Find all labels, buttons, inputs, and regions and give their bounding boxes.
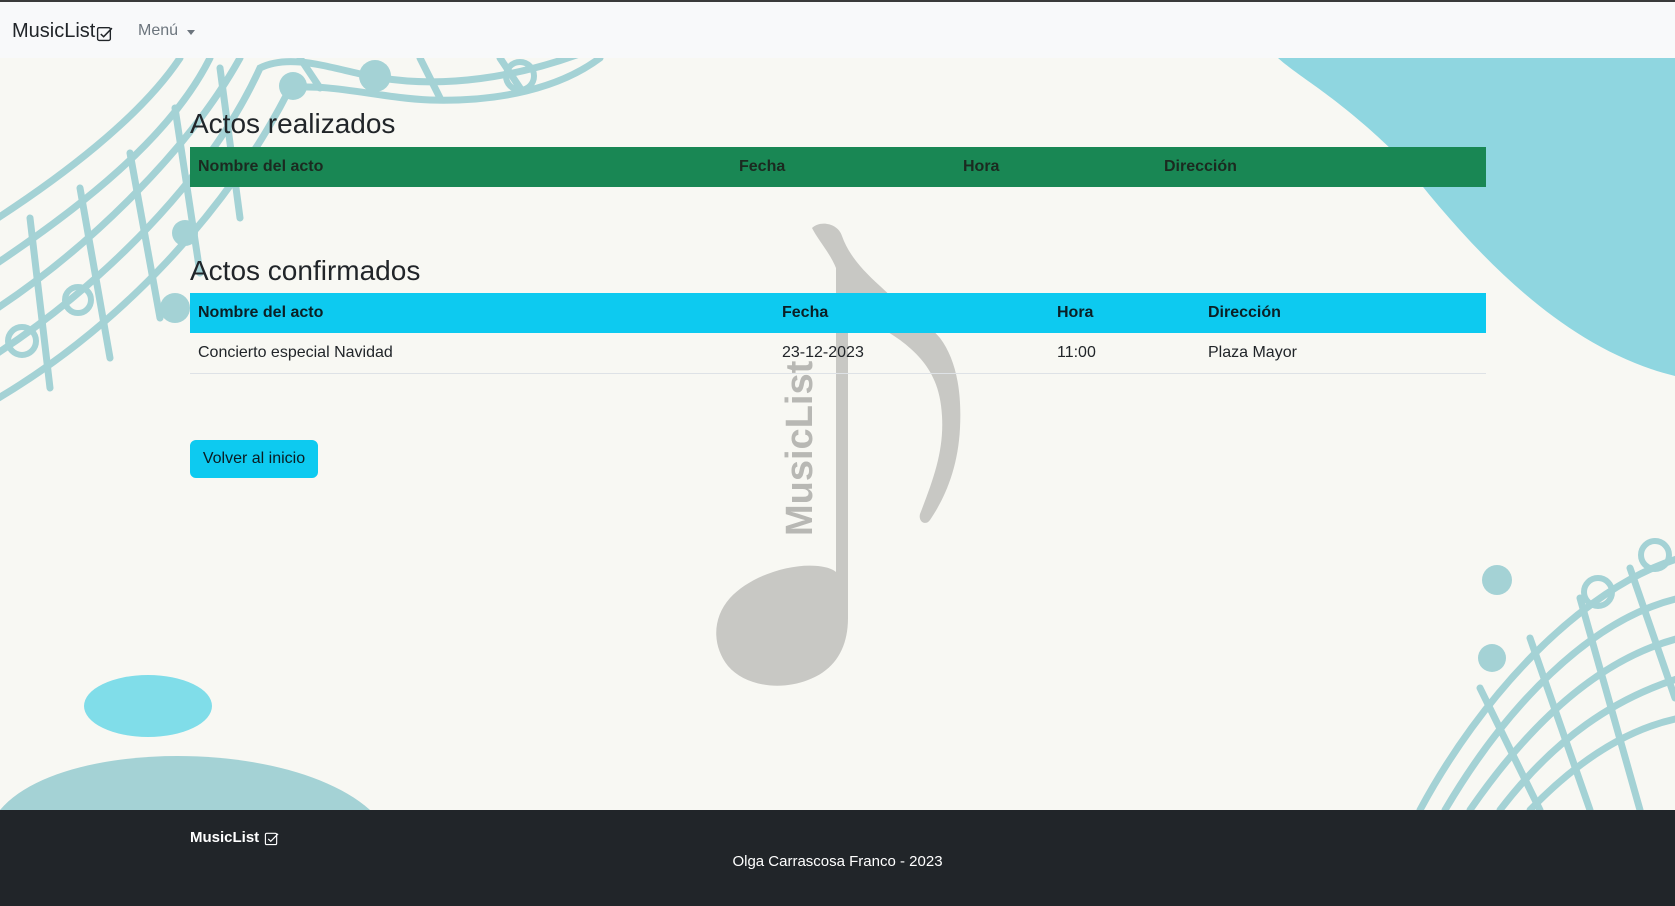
navbar-brand-label: MusicList: [12, 20, 96, 42]
navbar: MusicList Menú: [0, 2, 1675, 58]
cell-direccion: Plaza Mayor: [1200, 333, 1486, 374]
bottom-left-arc: [0, 756, 370, 810]
table-header-row: Nombre del acto Fecha Hora Dirección: [190, 147, 1486, 187]
table-row: Concierto especial Navidad 23-12-2023 11…: [190, 333, 1486, 374]
table-confirmados: Nombre del acto Fecha Hora Dirección Con…: [190, 293, 1486, 374]
table-realizados: Nombre del acto Fecha Hora Dirección: [190, 147, 1486, 187]
column-header-fecha: Fecha: [782, 304, 829, 321]
table-header-row: Nombre del acto Fecha Hora Dirección: [190, 293, 1486, 333]
caret-down-icon: [187, 29, 196, 35]
navbar-brand[interactable]: MusicList: [12, 20, 113, 43]
bottom-right-staff: [1416, 555, 1675, 810]
section-title-realizados: Actos realizados: [190, 108, 396, 139]
footer-copyright: Olga Carrascosa Franco - 2023: [732, 853, 943, 870]
check-square-icon: [97, 26, 113, 42]
column-header-nombre: Nombre del acto: [198, 304, 324, 321]
footer: MusicList Olga Carrascosa Franco - 2023: [0, 810, 1675, 906]
column-header-direccion: Dirección: [1208, 304, 1281, 321]
footer-brand: MusicList: [190, 829, 279, 846]
back-to-home-button[interactable]: Volver al inicio: [190, 440, 318, 478]
column-header-hora: Hora: [963, 158, 1000, 175]
check-square-icon: [265, 832, 279, 846]
cell-nombre: Concierto especial Navidad: [190, 333, 774, 374]
footer-brand-label: MusicList: [190, 829, 260, 846]
section-title-confirmados: Actos confirmados: [190, 255, 421, 286]
cell-hora: 11:00: [1049, 333, 1200, 374]
column-header-hora: Hora: [1057, 304, 1094, 321]
column-header-fecha: Fecha: [739, 158, 786, 175]
menu-dropdown-toggle[interactable]: Menú: [138, 22, 196, 40]
column-header-direccion: Dirección: [1164, 158, 1237, 175]
column-header-nombre: Nombre del acto: [198, 158, 324, 175]
watermark-text: MusicList: [779, 360, 821, 536]
menu-label: Menú: [138, 22, 179, 39]
bottom-left-blob: [84, 675, 212, 737]
cell-fecha: 23-12-2023: [774, 333, 1049, 374]
